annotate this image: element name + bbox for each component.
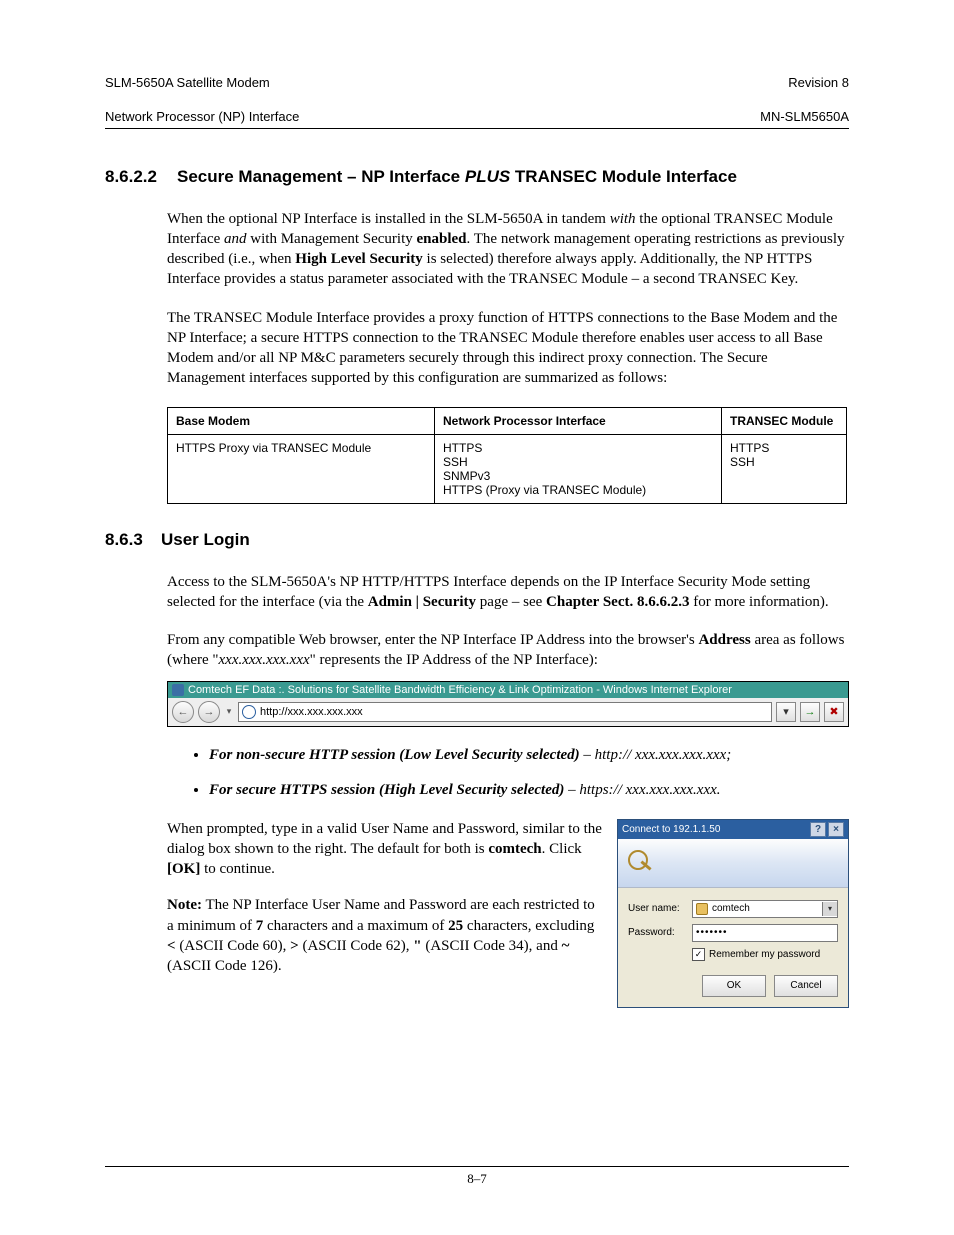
help-button[interactable]: ? — [810, 822, 826, 837]
browser-screenshot: Comtech EF Data :. Solutions for Satelli… — [167, 681, 849, 727]
table-cell: HTTPS Proxy via TRANSEC Module — [168, 434, 435, 503]
remember-label: Remember my password — [709, 949, 820, 960]
login-title-text: Connect to 192.1.1.50 — [622, 824, 720, 835]
text: with Management Security — [247, 231, 417, 247]
table-cell: HTTPS SSH SNMPv3 HTTPS (Proxy via TRANSE… — [435, 434, 722, 503]
list-lead: For secure HTTPS session (High Level Sec… — [209, 782, 564, 798]
address-bar[interactable]: http://xxx.xxx.xxx.xxx — [238, 702, 772, 722]
text-bold: < — [167, 938, 176, 954]
section-title: Secure Management – NP Interface PLUS TR… — [177, 167, 849, 187]
paragraph: When the optional NP Interface is instal… — [167, 209, 849, 290]
session-type-list: For non-secure HTTP session (Low Level S… — [167, 745, 849, 801]
browser-titlebar: Comtech EF Data :. Solutions for Satelli… — [168, 682, 848, 698]
username-field[interactable]: comtech ▾ — [692, 900, 838, 918]
paragraph: From any compatible Web browser, enter t… — [167, 630, 849, 671]
stop-button[interactable]: ✖ — [824, 702, 844, 722]
text: When the optional NP Interface is instal… — [167, 211, 610, 227]
management-interfaces-table: Base Modem Network Processor Interface T… — [167, 407, 847, 504]
section-title-post: TRANSEC Module Interface — [510, 167, 737, 186]
text: (ASCII Code 126). — [167, 958, 282, 974]
keys-icon — [626, 848, 656, 878]
section-number: 8.6.3 — [105, 530, 161, 550]
username-dropdown-button[interactable]: ▾ — [822, 902, 837, 916]
ie-page-icon — [242, 705, 256, 719]
text-bold: Admin | Security — [368, 594, 476, 610]
user-icon — [696, 903, 708, 915]
text-bold: [OK] — [167, 861, 200, 877]
text: " represents the IP Address of the NP In… — [310, 652, 598, 668]
header-revision: Revision 8 — [788, 75, 849, 90]
header-subtitle: Network Processor (NP) Interface — [105, 109, 299, 124]
text-bold: 25 — [448, 918, 463, 934]
table-header: TRANSEC Module — [722, 407, 847, 434]
paragraph: The TRANSEC Module Interface provides a … — [167, 308, 849, 389]
paragraph: When prompted, type in a valid User Name… — [167, 819, 603, 880]
password-field[interactable]: ••••••• — [692, 924, 838, 942]
nav-history-dropdown[interactable]: ▾ — [224, 706, 234, 717]
page-header: SLM-5650A Satellite Modem Network Proces… — [105, 58, 849, 129]
table-header: Network Processor Interface — [435, 407, 722, 434]
browser-title-text: Comtech EF Data :. Solutions for Satelli… — [188, 684, 732, 696]
text: . Click — [542, 841, 582, 857]
text-bold: High Level Security — [295, 251, 423, 267]
table-cell: HTTPS SSH — [722, 434, 847, 503]
page-number: 8–7 — [467, 1171, 487, 1186]
note-label: Note: — [167, 897, 202, 913]
table-header: Base Modem — [168, 407, 435, 434]
login-dialog: Connect to 192.1.1.50 ? × User name: com… — [617, 819, 849, 1008]
password-label: Password: — [628, 927, 686, 938]
username-value: comtech — [712, 903, 818, 914]
text: characters, excluding — [463, 918, 594, 934]
text: From any compatible Web browser, enter t… — [167, 632, 698, 648]
list-tail: – http:// xxx.xxx.xxx.xxx; — [580, 747, 732, 763]
header-product: SLM-5650A Satellite Modem — [105, 75, 270, 90]
text: (ASCII Code 60), — [176, 938, 291, 954]
password-value: ••••••• — [696, 927, 728, 938]
section-title-pre: Secure Management – NP Interface — [177, 167, 465, 186]
close-button[interactable]: × — [828, 822, 844, 837]
text-bold: " — [413, 938, 421, 954]
section-heading-8-6-3: 8.6.3 User Login — [105, 530, 849, 550]
paragraph: Access to the SLM-5650A's NP HTTP/HTTPS … — [167, 572, 849, 613]
text-emph: xxx.xxx.xxx.xxx — [219, 652, 310, 668]
text: for more information). — [689, 594, 828, 610]
header-docnum: MN-SLM5650A — [760, 109, 849, 124]
text: characters and a maximum of — [263, 918, 448, 934]
section-number: 8.6.2.2 — [105, 167, 177, 187]
text-bold: Address — [698, 632, 750, 648]
ie-app-icon — [172, 684, 184, 696]
text-bold: Chapter Sect. 8.6.6.2.3 — [546, 594, 689, 610]
username-label: User name: — [628, 903, 686, 914]
ok-button[interactable]: OK — [702, 975, 766, 997]
login-titlebar: Connect to 192.1.1.50 ? × — [618, 820, 848, 839]
cancel-button[interactable]: Cancel — [774, 975, 838, 997]
list-item: For secure HTTPS session (High Level Sec… — [209, 780, 849, 801]
paragraph: Note: The NP Interface User Name and Pas… — [167, 895, 603, 976]
address-dropdown-button[interactable]: ▾ — [776, 702, 796, 722]
text: (ASCII Code 34), and — [422, 938, 562, 954]
text-bold: enabled — [417, 231, 467, 247]
section-title-emph: PLUS — [465, 167, 510, 186]
text-bold: comtech — [488, 841, 541, 857]
list-tail: – https:// xxx.xxx.xxx.xxx. — [564, 782, 720, 798]
text: to continue. — [200, 861, 275, 877]
text: page – see — [476, 594, 546, 610]
text-bold: ~ — [562, 938, 570, 954]
login-banner — [618, 839, 848, 888]
text-bold: > — [290, 938, 299, 954]
list-lead: For non-secure HTTP session (Low Level S… — [209, 747, 580, 763]
go-button[interactable]: → — [800, 702, 820, 722]
browser-toolbar: ← → ▾ http://xxx.xxx.xxx.xxx ▾ → ✖ — [168, 698, 848, 726]
back-button[interactable]: ← — [172, 701, 194, 723]
list-item: For non-secure HTTP session (Low Level S… — [209, 745, 849, 766]
text: (ASCII Code 62), — [299, 938, 414, 954]
section-title: User Login — [161, 530, 849, 550]
address-url: http://xxx.xxx.xxx.xxx — [260, 706, 768, 718]
text-emph: with — [610, 211, 636, 227]
page-footer: 8–7 — [105, 1166, 849, 1187]
forward-button[interactable]: → — [198, 701, 220, 723]
section-heading-8-6-2-2: 8.6.2.2 Secure Management – NP Interface… — [105, 167, 849, 187]
remember-checkbox[interactable]: ✓ — [692, 948, 705, 961]
text-emph: and — [224, 231, 247, 247]
